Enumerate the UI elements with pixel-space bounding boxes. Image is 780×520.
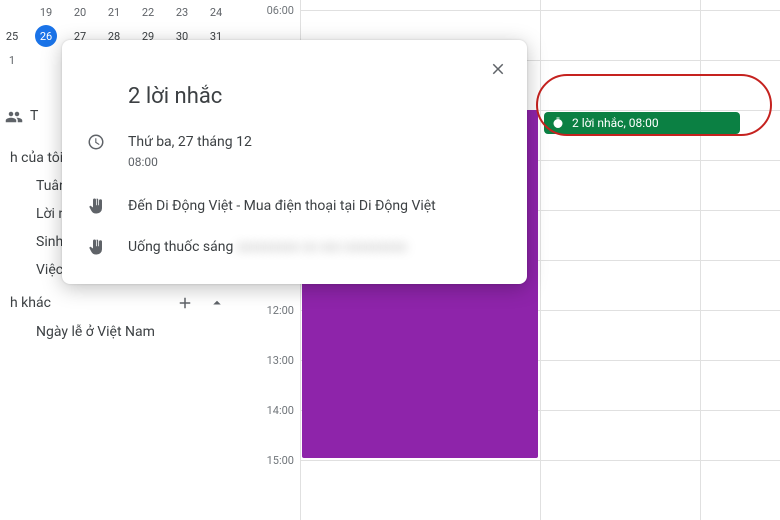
minical-day[interactable]: 23 bbox=[165, 0, 199, 24]
close-button[interactable] bbox=[479, 50, 517, 88]
sidebar-item-cal[interactable]: Ngày lễ ở Việt Nam bbox=[0, 318, 240, 346]
reminder-chip-label: 2 lời nhắc, 08:00 bbox=[572, 116, 659, 130]
minical-day[interactable]: 24 bbox=[199, 0, 233, 24]
minical-day[interactable]: 1 bbox=[0, 48, 29, 72]
people-icon bbox=[5, 108, 23, 126]
clock-icon bbox=[82, 133, 110, 151]
popup-title: 2 lời nhắc bbox=[128, 84, 507, 109]
minical-day[interactable]: 22 bbox=[131, 0, 165, 24]
event-popup: 2 lời nhắc Thứ ba, 27 tháng 12 08:00 Đến… bbox=[62, 40, 527, 284]
hour-label: 14:00 bbox=[240, 404, 300, 417]
popup-date: Thứ ba, 27 tháng 12 bbox=[128, 133, 252, 153]
chevron-up-icon[interactable] bbox=[208, 294, 226, 312]
people-search-label[interactable]: T bbox=[30, 108, 38, 124]
hour-label: 13:00 bbox=[240, 354, 300, 367]
blurred-text: xxxxxxxxx xx xxx xxxxxxxxx bbox=[237, 239, 407, 255]
minical-today[interactable]: 26 bbox=[29, 24, 63, 48]
reminder-chip[interactable]: 2 lời nhắc, 08:00 bbox=[544, 112, 740, 134]
other-calendars-header[interactable]: h khác bbox=[0, 284, 240, 318]
popup-time: 08:00 bbox=[128, 155, 252, 169]
reminder-icon bbox=[552, 116, 564, 130]
hand-icon bbox=[82, 238, 110, 256]
close-icon bbox=[489, 60, 507, 78]
minical-day[interactable]: 19 bbox=[29, 0, 63, 24]
sidebar-item-label: Ngày lễ ở Việt Nam bbox=[36, 324, 155, 340]
minical-day[interactable] bbox=[0, 0, 29, 24]
reminder-text: Uống thuốc sáng xxxxxxxxx xx xxx xxxxxxx… bbox=[128, 238, 407, 258]
hour-label: 06:00 bbox=[240, 4, 300, 17]
hour-label: 12:00 bbox=[240, 304, 300, 317]
minical-day[interactable]: 21 bbox=[97, 0, 131, 24]
other-calendars-label: h khác bbox=[10, 295, 51, 311]
reminder-text: Đến Di Động Việt - Mua điện thoại tại Di… bbox=[128, 197, 436, 217]
minical-day[interactable]: 20 bbox=[63, 0, 97, 24]
plus-icon[interactable] bbox=[176, 294, 194, 312]
hour-label: 15:00 bbox=[240, 454, 300, 467]
minical-day[interactable]: 25 bbox=[0, 24, 29, 48]
hand-icon bbox=[82, 197, 110, 215]
